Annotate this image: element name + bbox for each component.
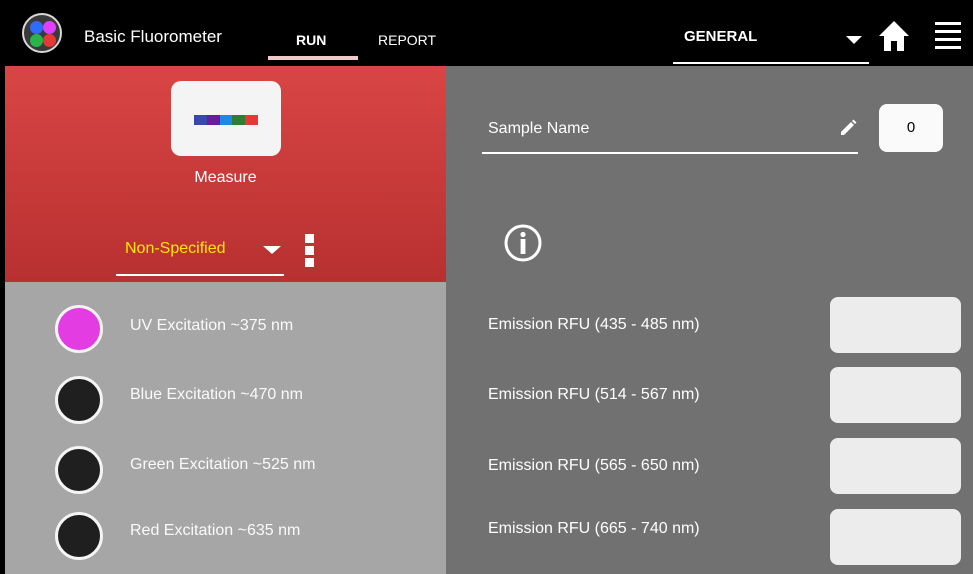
excitation-row-uv[interactable]: UV Excitation ~375 nm — [5, 298, 446, 358]
chevron-down-icon[interactable] — [846, 36, 862, 44]
results-panel: Sample Name 0 Emission RFU (435 - 485 nm… — [446, 66, 973, 574]
logo-dot-pink — [43, 21, 56, 34]
sample-counter[interactable]: 0 — [879, 104, 943, 152]
emission-label: Emission RFU (514 - 567 nm) — [488, 386, 700, 403]
excitation-row-blue[interactable]: Blue Excitation ~470 nm — [5, 369, 446, 429]
mode-select-value: GENERAL — [684, 28, 758, 45]
spectrum-bar-icon — [194, 115, 258, 125]
info-icon[interactable] — [503, 223, 543, 263]
chevron-down-icon[interactable] — [263, 246, 281, 254]
uv-excitation-indicator[interactable] — [55, 305, 103, 353]
tab-report[interactable]: REPORT — [378, 32, 436, 48]
top-bar: Basic Fluorometer RUN REPORT GENERAL — [0, 0, 973, 66]
excitation-label: Blue Excitation ~470 nm — [130, 386, 303, 403]
emission-label: Emission RFU (435 - 485 nm) — [488, 316, 700, 333]
emission-label: Emission RFU (565 - 650 nm) — [488, 457, 700, 474]
tab-run[interactable]: RUN — [296, 32, 326, 48]
excitation-label: Red Excitation ~635 nm — [130, 522, 301, 539]
menu-icon[interactable] — [935, 22, 961, 49]
green-excitation-indicator[interactable] — [55, 446, 103, 494]
emission-value-box[interactable] — [830, 367, 961, 423]
more-options-icon[interactable] — [305, 234, 315, 270]
excitation-label: Green Excitation ~525 nm — [130, 456, 316, 473]
app-logo-icon[interactable] — [22, 13, 62, 53]
home-icon[interactable] — [876, 18, 912, 54]
tab-run-active-indicator — [268, 56, 358, 60]
measure-panel: Measure Non-Specified — [5, 66, 446, 282]
emission-label: Emission RFU (665 - 740 nm) — [488, 520, 700, 537]
excitation-list: UV Excitation ~375 nm Blue Excitation ~4… — [5, 282, 446, 574]
emission-value-box[interactable] — [830, 509, 961, 565]
sample-name-placeholder: Sample Name — [488, 120, 590, 137]
measure-button[interactable] — [171, 81, 281, 156]
pencil-icon[interactable] — [838, 118, 858, 138]
excitation-label: UV Excitation ~375 nm — [130, 317, 294, 334]
blue-excitation-indicator[interactable] — [55, 376, 103, 424]
assay-select-value: Non-Specified — [125, 240, 226, 257]
measure-label: Measure — [194, 169, 257, 186]
emission-value-box[interactable] — [830, 438, 961, 494]
excitation-row-red[interactable]: Red Excitation ~635 nm — [5, 508, 446, 568]
logo-dot-blue — [30, 21, 43, 34]
logo-dot-green — [30, 34, 43, 47]
app-title: Basic Fluorometer — [84, 27, 222, 46]
red-excitation-indicator[interactable] — [55, 512, 103, 560]
excitation-row-green[interactable]: Green Excitation ~525 nm — [5, 439, 446, 499]
logo-dot-red — [43, 34, 56, 47]
emission-value-box[interactable] — [830, 297, 961, 353]
